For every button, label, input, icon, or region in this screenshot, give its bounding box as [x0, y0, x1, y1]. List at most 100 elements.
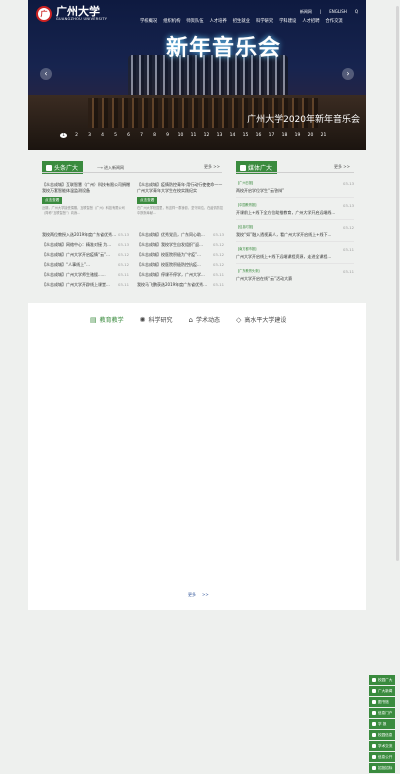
banner-prev-arrow-icon[interactable]: ‹ — [40, 68, 52, 80]
list-item[interactable]: 我校马飞鹏获选2019年度广东省优秀... — [137, 282, 211, 288]
nav-item[interactable]: 科学研究 — [256, 18, 273, 24]
media-item[interactable]: 两校开启学位学生“云答辩” — [236, 188, 348, 194]
list-item[interactable]: 【众志成城】广州大学开辟线上课堂... — [42, 282, 116, 288]
list-item[interactable]: 【众志成城】网络中心：精准对接 为... — [42, 242, 116, 248]
nav-item[interactable]: 人才培养 — [210, 18, 227, 24]
exchange-icon — [372, 744, 376, 748]
nav-item[interactable]: 师资队伍 — [186, 18, 203, 24]
media-title: 媒体广大 — [248, 165, 273, 172]
nav-item[interactable]: 人才招聘 — [302, 18, 319, 24]
sidebar-item[interactable]: 信息公开 — [369, 752, 395, 762]
feature-pill[interactable]: 点击查看 — [42, 197, 63, 204]
media-item[interactable]: 广州大学开启线上+线下远端课程资源，走进全课程... — [236, 254, 348, 260]
tab-academic[interactable]: ⌂ 学术动态 — [188, 315, 220, 325]
sidebar-item[interactable]: 学术交流 — [369, 741, 395, 751]
news-icon — [46, 164, 52, 171]
tab-teaching[interactable]: ▤ 教育教学 — [90, 315, 124, 325]
banner-headline: 新年音乐会 — [166, 35, 282, 61]
media-item[interactable]: 广州大学开启在线“云”活动大赛 — [236, 276, 348, 282]
tab-highlevel[interactable]: ◇ 高水平大学建设 — [236, 315, 287, 325]
list-item[interactable]: 【众志成城】校医院积极防控抗疫... — [137, 262, 211, 268]
sidebar-item[interactable]: 校园信息 — [369, 730, 395, 740]
banner-page[interactable]: 8 — [151, 133, 158, 138]
banner-next-arrow-icon[interactable]: › — [342, 68, 354, 80]
news-site-link[interactable]: ⟶ 进入新闻网 — [97, 165, 124, 171]
banner-page[interactable]: 21 — [320, 133, 327, 138]
tab-label: 高水平大学建设 — [244, 317, 287, 324]
banner-page[interactable]: 11 — [190, 133, 197, 138]
media-date: 03-11 — [343, 269, 355, 274]
list-item[interactable]: 【众志成城】优秀党员，广东同心助... — [137, 232, 211, 238]
banner-page[interactable]: 17 — [268, 133, 275, 138]
logo-text: 广州大学 — [56, 5, 100, 18]
media-date: 03-13 — [343, 181, 355, 186]
banner-page[interactable]: 4 — [99, 133, 106, 138]
banner-page[interactable]: 14 — [229, 133, 236, 138]
sidebar-item[interactable]: 广大新闻 — [369, 686, 395, 696]
banner-page[interactable]: 12 — [203, 133, 210, 138]
nav-item[interactable]: 合作交流 — [326, 18, 343, 24]
list-item[interactable]: 【众志成城】校医院积极为“守疫”... — [137, 252, 211, 258]
page-scrollbar[interactable] — [396, 6, 399, 561]
list-item[interactable]: 【众志成城】我校学生自发组织“返... — [137, 242, 211, 248]
portal-icon — [372, 711, 376, 715]
nav-item[interactable]: 学科建设 — [279, 18, 296, 24]
sidebar-item[interactable]: 信息门户 — [369, 708, 395, 718]
banner-caption[interactable]: 广州大学2020年新年音乐会 — [247, 112, 360, 125]
sidebar-item[interactable]: 学 报 — [369, 719, 395, 729]
banner-page[interactable]: 16 — [255, 133, 262, 138]
banner-page[interactable]: 5 — [112, 133, 119, 138]
banner-page[interactable]: 13 — [216, 133, 223, 138]
banner-page[interactable]: 1 — [60, 133, 67, 138]
more-arrow-icon[interactable]: >> — [202, 592, 209, 598]
banner-page[interactable]: 9 — [164, 133, 171, 138]
media-source: 【广东教育头条】 — [236, 269, 262, 273]
sidebar-label: 学 报 — [378, 721, 387, 726]
divider — [236, 241, 354, 242]
sidebar-item[interactable]: 招投招标 — [369, 763, 395, 773]
sidebar-label: 校园信息 — [378, 732, 393, 737]
site-logo[interactable]: 广 广州大学 GUANGZHOU UNIVERSITY — [36, 6, 107, 22]
sidebar-item[interactable]: 校园广大 — [369, 675, 395, 685]
nav-item[interactable]: 招生就业 — [233, 18, 250, 24]
news-more-link[interactable]: 更多 >> — [204, 164, 220, 170]
banner-page[interactable]: 20 — [307, 133, 314, 138]
media-item[interactable]: 开课前上+线下全方位助推教育，广州大学开启远端线... — [236, 210, 348, 216]
list-date: 03-12 — [118, 262, 130, 267]
news-title: 头条广大 — [54, 165, 79, 172]
divider: | — [319, 9, 322, 14]
feature-news-title[interactable]: 【众志成城】疫情防控青年·用行动行使使命——广州大学青年大学生在校实践纪实 — [137, 182, 225, 193]
list-item[interactable]: 【众志成城】“人事线上”... — [42, 262, 116, 268]
banner-page[interactable]: 7 — [138, 133, 145, 138]
banner-page[interactable]: 19 — [294, 133, 301, 138]
diamond-icon: ◇ — [236, 315, 242, 324]
banner-page[interactable]: 18 — [281, 133, 288, 138]
more-link[interactable]: 更多 — [188, 592, 196, 598]
quick-links-sidebar: 校园广大 广大新闻 图书馆 信息门户 学 报 校园信息 学术交流 信息公开 招投… — [369, 675, 395, 774]
news-site-link[interactable]: 新闻网 — [300, 9, 312, 15]
banner-page[interactable]: 10 — [177, 133, 184, 138]
feature-summary: 在广州大学校园里，有这样一群身影，坚守岗位，在疫情防控中默默奉献... — [137, 206, 224, 215]
feature-pill[interactable]: 点击查看 — [137, 197, 158, 204]
nav-item[interactable]: 组织机构 — [163, 18, 180, 24]
media-source: 【信息时报】 — [236, 225, 256, 229]
list-item[interactable]: 【众志成城】广州大学师生驰援...... — [42, 272, 116, 278]
tab-research[interactable]: ✺ 科学研究 — [140, 315, 173, 325]
list-item[interactable]: 【众志成城】广州大学开启疫情“云”... — [42, 252, 116, 258]
banner-page[interactable]: 6 — [125, 133, 132, 138]
logo-en: GUANGZHOU UNIVERSITY — [56, 17, 108, 21]
sidebar-item[interactable]: 图书馆 — [369, 697, 395, 707]
banner-pagination: 1 2 3 4 5 6 7 8 9 10 11 12 13 14 15 16 1… — [60, 133, 327, 138]
feature-news-title[interactable]: 【众志成城】互联智慧（广州）科技有限公司捐赠我校万套智能体温监测设备 — [42, 182, 130, 193]
search-icon[interactable]: Q — [355, 9, 358, 15]
list-item[interactable]: 【众志成城】停课不停学，广州大学... — [137, 272, 211, 278]
banner-page[interactable]: 3 — [86, 133, 93, 138]
list-item[interactable]: 我校两位教授入选2019年度广东省优秀... — [42, 232, 116, 238]
banner-page[interactable]: 15 — [242, 133, 249, 138]
scholar-icon: ⌂ — [188, 315, 193, 324]
nav-item[interactable]: 学校概况 — [140, 18, 157, 24]
media-item[interactable]: 我校“如”融入透视真人，看广州大学开启线上+线下... — [236, 232, 348, 238]
english-link[interactable]: ENGLISH — [329, 9, 347, 15]
media-more-link[interactable]: 更多 >> — [334, 164, 350, 170]
banner-page[interactable]: 2 — [73, 133, 80, 138]
